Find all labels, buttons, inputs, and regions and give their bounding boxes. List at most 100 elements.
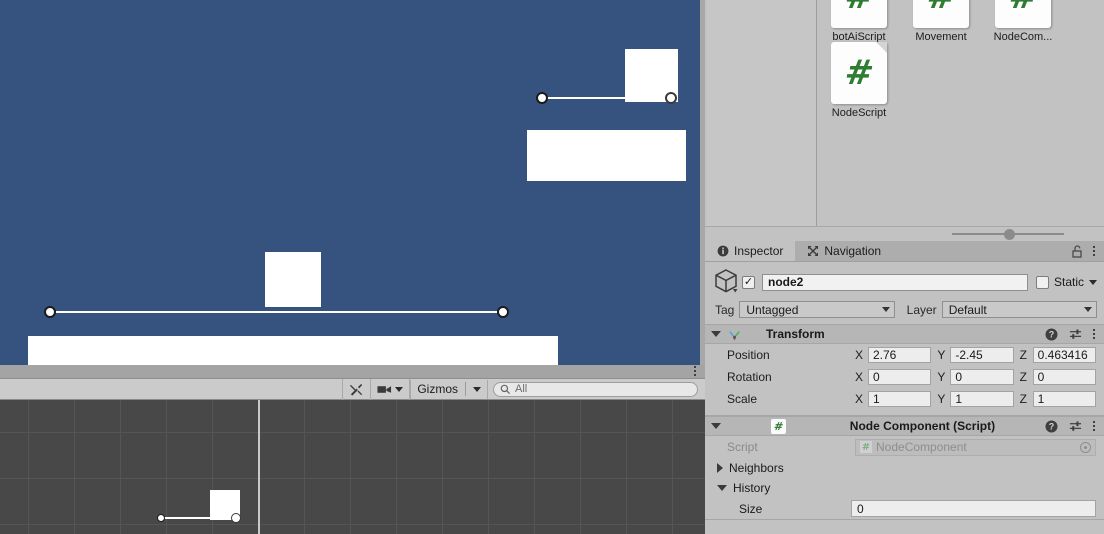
node-edge-line — [542, 97, 671, 99]
kebab-menu-icon[interactable] — [1093, 421, 1095, 431]
asset-label: NodeCom... — [993, 31, 1053, 43]
tag-dropdown[interactable]: Untagged — [739, 301, 895, 318]
grid-line — [626, 400, 627, 534]
scene-search-input[interactable]: All — [493, 381, 698, 397]
numeric-input-z[interactable]: 0 — [1032, 369, 1096, 385]
foldout-expanded-icon[interactable] — [717, 485, 727, 491]
project-asset-grid[interactable]: #botAiScript#Movement#NodeCom...#NodeScr… — [818, 0, 1099, 226]
transform-component-header[interactable]: Transform ? — [705, 324, 1104, 344]
history-size-row: Size 0 — [705, 498, 1104, 520]
grid-line — [28, 400, 29, 534]
kebab-menu-icon[interactable] — [1093, 329, 1095, 339]
grid-line — [0, 478, 705, 479]
neighbors-label: Neighbors — [729, 461, 784, 475]
camera-dropdown-button[interactable] — [371, 379, 410, 399]
navigation-icon — [808, 246, 819, 256]
help-icon[interactable]: ? — [1045, 420, 1058, 433]
asset-label: NodeScript — [831, 107, 887, 119]
static-checkbox[interactable] — [1035, 275, 1049, 289]
node-edge-line — [50, 311, 503, 313]
gameobject-enabled-checkbox[interactable]: ✓ — [742, 275, 755, 289]
tab-navigation[interactable]: Navigation — [795, 241, 893, 261]
scene-view-toolbar[interactable]: Gizmos All — [0, 378, 705, 400]
unlocked-padlock-icon[interactable] — [1071, 244, 1083, 258]
foldout-expanded-icon[interactable] — [711, 331, 721, 337]
axis-label-x: X — [855, 348, 864, 362]
asset-item[interactable]: # Movement — [900, 0, 982, 43]
project-browser-panel[interactable]: #botAiScript#Movement#NodeCom...#NodeScr… — [705, 0, 1104, 241]
scene-object-rect[interactable] — [527, 130, 686, 181]
chevron-down-icon — [1083, 307, 1092, 312]
csharp-script-icon: # — [995, 0, 1051, 28]
kebab-menu-icon[interactable] — [694, 366, 696, 376]
camera-icon — [377, 385, 392, 393]
transform-title: Transform — [766, 327, 825, 341]
preset-settings-icon[interactable] — [1069, 328, 1082, 341]
foldout-collapsed-icon[interactable] — [717, 463, 723, 473]
search-icon — [500, 384, 511, 394]
scene-object-rect[interactable] — [28, 336, 558, 365]
axis-label-y: Y — [937, 392, 946, 406]
axis-label-z: Z — [1019, 348, 1027, 362]
csharp-script-icon: # — [913, 0, 969, 28]
numeric-input-y[interactable]: -2.45 — [950, 347, 1014, 363]
grid-line — [304, 400, 305, 534]
gameobject-name-input[interactable]: node2 — [762, 273, 1028, 291]
transform-property-row: Scale X 1 Y 1 Z 1 — [705, 388, 1104, 410]
axis-label-z: Z — [1019, 392, 1027, 406]
script-object-field[interactable]: # NodeComponent — [855, 438, 1096, 456]
gizmos-dropdown-button[interactable]: Gizmos — [410, 379, 488, 399]
axis-label-y: Y — [937, 370, 946, 384]
node-component-header[interactable]: # Node Component (Script) ? — [705, 416, 1104, 436]
cube-icon — [712, 267, 742, 297]
script-label: Script — [727, 440, 758, 454]
asset-item[interactable]: #botAiScript — [818, 0, 900, 43]
help-icon[interactable]: ? — [1045, 328, 1058, 341]
numeric-input-y[interactable]: 1 — [950, 391, 1014, 407]
property-label: Scale — [727, 392, 758, 406]
scene-object-rect[interactable] — [265, 252, 321, 307]
slider-knob[interactable] — [1004, 228, 1015, 240]
scene-view[interactable] — [0, 0, 705, 365]
asset-zoom-slider[interactable] — [952, 228, 1064, 240]
history-foldout[interactable]: History — [705, 478, 1104, 498]
tab-inspector[interactable]: Inspector — [705, 241, 796, 261]
kebab-menu-icon[interactable] — [1093, 246, 1095, 256]
foldout-expanded-icon[interactable] — [711, 423, 721, 429]
numeric-input-x[interactable]: 1 — [868, 391, 932, 407]
object-picker-icon[interactable] — [1080, 441, 1091, 453]
tools-button[interactable] — [343, 379, 371, 399]
layer-value: Default — [948, 302, 987, 317]
vector3-field-group: X0Y0Z0 — [855, 369, 1104, 385]
grid-line — [74, 400, 75, 534]
property-label: Rotation — [727, 370, 772, 384]
numeric-input-y[interactable]: 0 — [950, 369, 1014, 385]
layer-dropdown[interactable]: Default — [941, 301, 1097, 318]
grid-line — [442, 400, 443, 534]
preset-settings-icon[interactable] — [1069, 420, 1082, 433]
transform-axis-icon — [729, 330, 740, 340]
neighbors-foldout[interactable]: Neighbors — [705, 458, 1104, 478]
chevron-down-icon[interactable] — [1089, 279, 1097, 285]
node-gizmo-handle[interactable] — [157, 514, 165, 522]
numeric-input-x[interactable]: 2.76 — [868, 347, 932, 363]
node-gizmo-handle[interactable] — [665, 92, 677, 104]
chevron-down-icon — [395, 386, 404, 392]
node-gizmo-handle[interactable] — [231, 513, 241, 523]
node-gizmo-handle[interactable] — [497, 306, 509, 318]
numeric-input-z[interactable]: 0.463416 — [1032, 347, 1096, 363]
node-gizmo-handle[interactable] — [536, 92, 548, 104]
project-folder-tree[interactable] — [707, 0, 817, 226]
node-gizmo-handle[interactable] — [44, 306, 56, 318]
asset-item[interactable]: # NodeCom... — [982, 0, 1064, 43]
inspector-tab-bar[interactable]: Inspector Navigation — [705, 241, 1104, 262]
numeric-input-z[interactable]: 1 — [1032, 391, 1096, 407]
asset-item[interactable]: # NodeScript — [818, 42, 900, 119]
scene-grid-view[interactable] — [0, 400, 705, 534]
inspector-panel[interactable]: Inspector Navigation ✓ node2 Static Tag … — [705, 241, 1104, 534]
axis-label-z: Z — [1019, 370, 1027, 384]
gameobject-header: ✓ node2 Static Tag Untagged Layer Defaul… — [705, 262, 1104, 324]
numeric-input-x[interactable]: 0 — [868, 369, 932, 385]
gizmos-divider — [465, 382, 466, 396]
size-input[interactable]: 0 — [851, 500, 1096, 517]
